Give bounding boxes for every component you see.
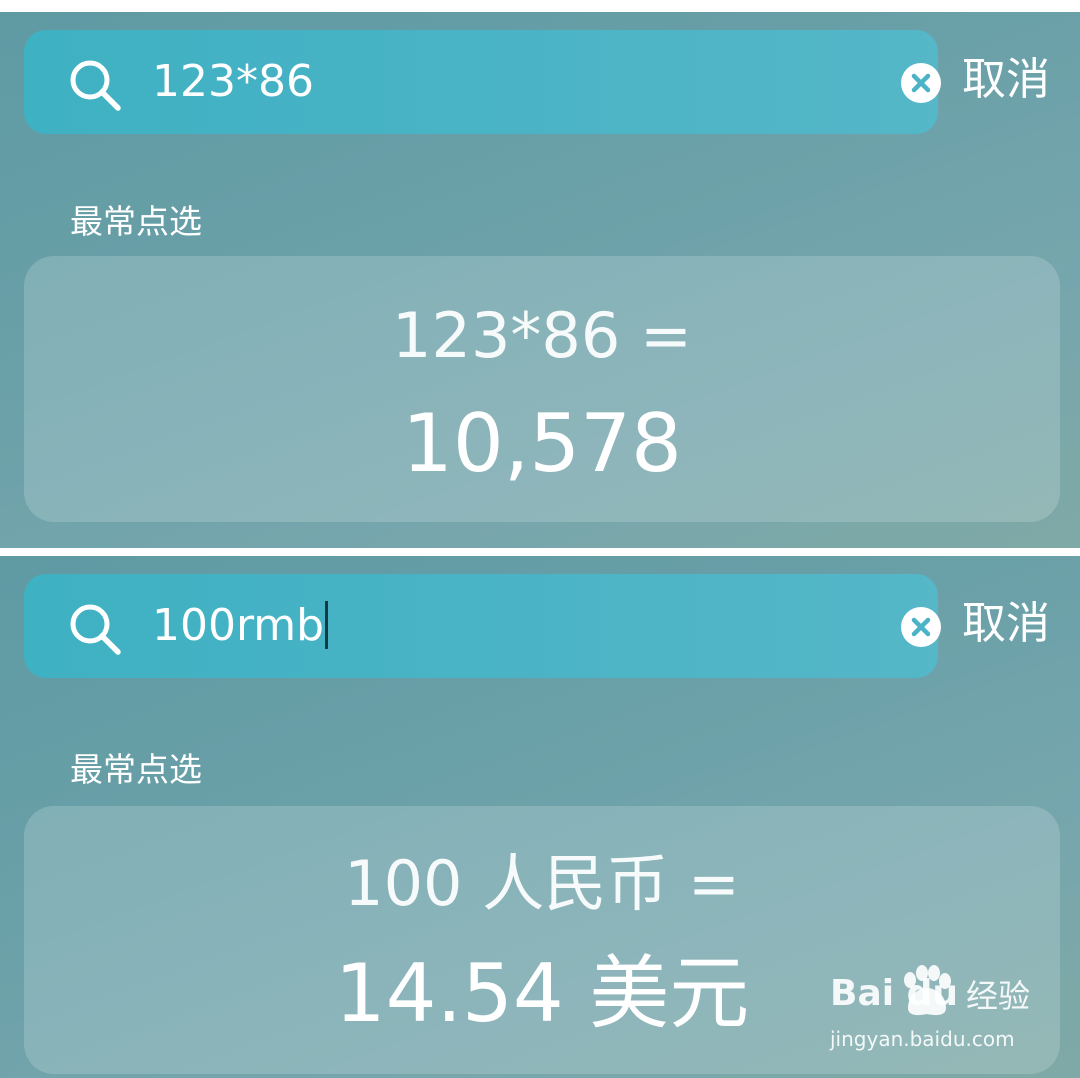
search-bar[interactable]: 123*86 (24, 30, 941, 134)
search-query: 123*86 (152, 56, 314, 107)
result-card-calculator[interactable]: 123*86 = 10,578 (24, 256, 1060, 522)
watermark-brand: 经验 (966, 977, 1031, 1015)
search-input[interactable]: 123*86 (152, 54, 314, 110)
search-query: 100rmb (152, 600, 325, 651)
result-expression: 123*86 = (392, 299, 692, 372)
search-bar[interactable]: 100rmb (24, 574, 941, 678)
clear-icon[interactable] (900, 62, 942, 104)
cancel-button[interactable]: 取消 (962, 52, 1050, 108)
search-panel-calculator: 123*86 取消 最常点选 123*86 = 10,578 (0, 12, 1080, 548)
watermark-url: jingyan.baidu.com (830, 1027, 1015, 1051)
baidu-jingyan-watermark: Bai du 经验 jingyan.baidu.com (826, 960, 1066, 1060)
paw-icon (904, 965, 951, 1016)
result-expression: 100 人民币 = (344, 847, 740, 920)
result-value: 10,578 (402, 397, 682, 490)
search-icon (70, 604, 121, 655)
clear-icon[interactable] (900, 606, 942, 648)
text-caret (325, 601, 329, 649)
section-label-top-hits: 最常点选 (70, 750, 202, 789)
section-label-top-hits: 最常点选 (70, 202, 202, 241)
watermark-logo: Bai du 经验 (826, 960, 1066, 1022)
search-input[interactable]: 100rmb (152, 598, 329, 654)
cancel-button[interactable]: 取消 (962, 596, 1050, 652)
search-icon (70, 60, 121, 111)
